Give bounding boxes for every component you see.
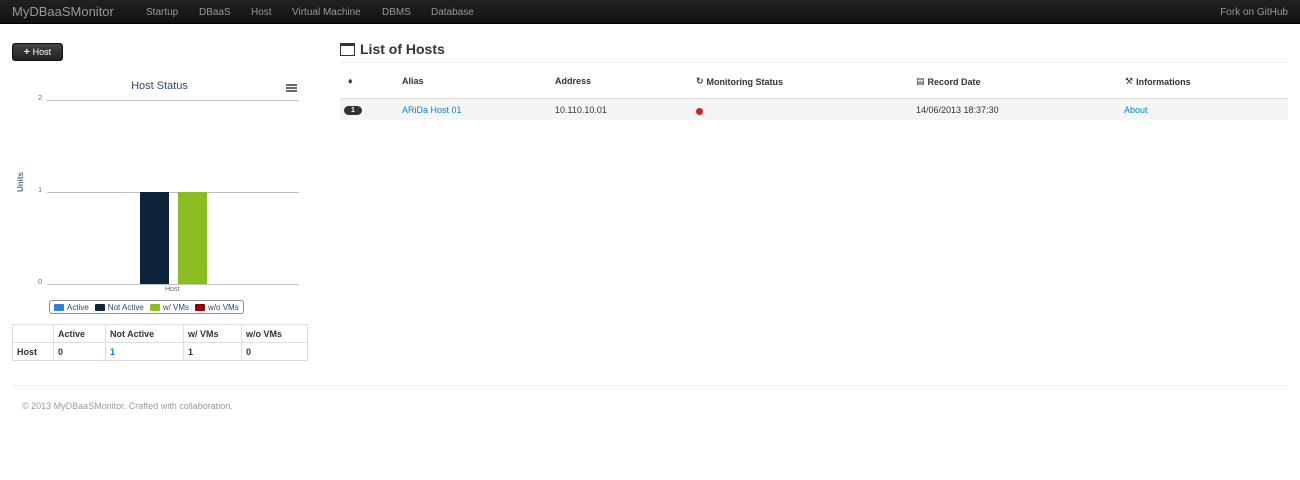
legend-swatch (94, 303, 105, 311)
th-alias: Alias (402, 76, 424, 86)
nav-item-host[interactable]: Host (251, 7, 272, 18)
footer-text: © 2013 MyDBaaSMonitor. Crafted with coll… (22, 401, 233, 411)
summary-header-without-vms: w/o VMs (241, 324, 308, 343)
legend-label: w/o VMs (208, 302, 239, 312)
summary-value-active: 0 (53, 342, 106, 361)
chart-title: Host Status (131, 80, 188, 92)
summary-value-not-active[interactable]: 1 (105, 342, 184, 361)
summary-value-without-vms: 0 (241, 342, 308, 361)
nav-item-dbms[interactable]: DBMS (382, 7, 411, 18)
title-divider (340, 62, 1288, 63)
summary-host-row: Host 0 1 1 0 (12, 342, 308, 361)
nav-item-virtual-machine[interactable]: Virtual Machine (292, 7, 361, 18)
top-navbar: MyDBaaSMonitor Startup DBaaS Host Virtua… (0, 0, 1300, 24)
summary-value-with-vms: 1 (183, 342, 242, 361)
chart-gridline (47, 284, 299, 285)
monitoring-status-dot (696, 108, 703, 115)
legend-label: w/ VMs (162, 302, 190, 312)
y-tick-label: 2 (38, 95, 42, 102)
summary-header-row: Active Not Active w/ VMs w/o VMs (12, 324, 308, 343)
page-title: List of Hosts (340, 41, 445, 57)
tags-icon: ♦ (348, 76, 353, 86)
nav-item-startup[interactable]: Startup (146, 7, 178, 18)
summary-header-active: Active (53, 324, 106, 343)
row-index-badge: 1 (344, 106, 362, 115)
chart-gridline (47, 100, 299, 101)
legend-item[interactable]: Not Active (94, 302, 144, 312)
page-title-text: List of Hosts (360, 41, 445, 57)
th-monitoring-label: Monitoring Status (706, 76, 784, 87)
legend-label: Active (67, 302, 89, 312)
refresh-icon: ↻ (696, 76, 704, 86)
chart-bar-w-vms[interactable] (177, 192, 207, 284)
about-link[interactable]: About (1124, 105, 1148, 115)
add-host-label: Host (32, 47, 52, 57)
chart-legend: Active Not Active w/ VMs w/o VMs (49, 300, 244, 314)
legend-swatch (195, 303, 206, 311)
footer-divider (12, 385, 1288, 386)
th-informations: ⚒ Informations (1125, 76, 1191, 87)
summary-row-label: Host (12, 342, 54, 361)
add-host-button[interactable]: + Host (12, 43, 63, 61)
th-address: Address (555, 76, 592, 86)
nav-item-dbaas[interactable]: DBaaS (199, 7, 231, 18)
fork-on-github-link[interactable]: Fork on GitHub (1220, 7, 1288, 18)
legend-label: Not Active (107, 302, 144, 312)
summary-header-with-vms: w/ VMs (183, 324, 242, 343)
table-row: 1 ARiDa Host 01 10.110.10.01 14/06/2013 … (340, 98, 1288, 120)
legend-swatch (149, 303, 160, 311)
th-informations-label: Informations (1136, 76, 1191, 87)
legend-item[interactable]: w/o VMs (195, 303, 239, 312)
wrench-icon: ⚒ (1125, 76, 1134, 86)
host-address: 10.110.10.01 (555, 105, 607, 115)
plus-icon: + (23, 46, 30, 58)
calendar-small-icon: ▤ (916, 76, 925, 86)
th-record-date: ▤ Record Date (916, 76, 981, 87)
th-record-date-label: Record Date (927, 76, 981, 87)
x-tick-label: Host (165, 286, 180, 293)
record-date: 14/06/2013 18:37:30 (916, 105, 999, 115)
host-alias-link[interactable]: ARiDa Host 01 (402, 105, 462, 115)
chart-menu-icon[interactable] (286, 84, 297, 92)
summary-header-not-active: Not Active (105, 324, 184, 343)
y-axis-label: Units (16, 172, 25, 192)
calendar-icon (340, 42, 355, 56)
th-monitoring: ↻ Monitoring Status (696, 76, 783, 87)
legend-item[interactable]: w/ VMs (149, 302, 190, 312)
brand-link[interactable]: MyDBaaSMonitor (12, 4, 114, 19)
summary-corner-cell (12, 324, 54, 343)
legend-swatch (54, 303, 64, 311)
host-summary-table: Active Not Active w/ VMs w/o VMs Host 0 … (12, 324, 308, 361)
host-status-chart: Host Status Units 0 1 2 Host Active Not Acti… (12, 72, 307, 322)
th-index: ♦ (348, 76, 353, 86)
chart-bar-not-active[interactable] (139, 192, 169, 284)
legend-item[interactable]: Active (54, 303, 89, 312)
chart-gridline (47, 192, 299, 193)
y-tick-label: 1 (38, 187, 42, 194)
nav-item-database[interactable]: Database (431, 7, 474, 18)
y-tick-label: 0 (38, 279, 42, 286)
